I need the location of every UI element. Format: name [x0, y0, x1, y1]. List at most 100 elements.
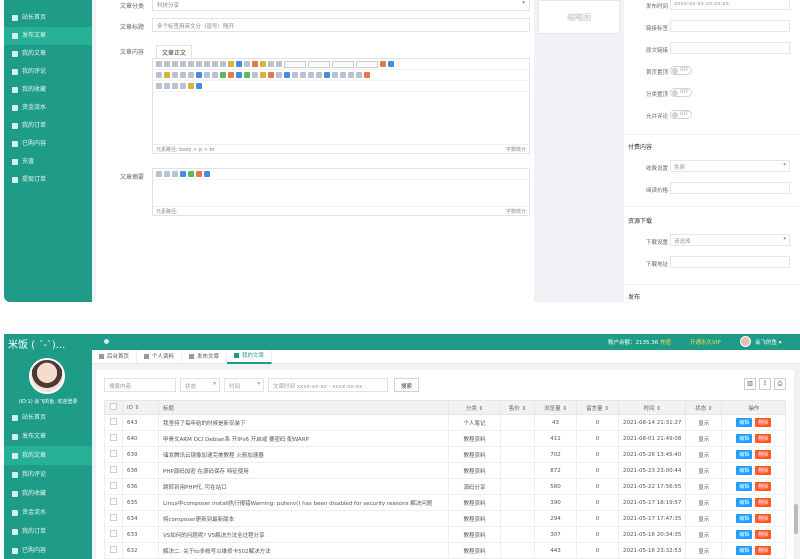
special-char-icon[interactable] [316, 72, 322, 78]
toggle-allow-comment[interactable]: OFF [670, 110, 692, 119]
delete-table-icon[interactable] [364, 72, 370, 78]
vip-link[interactable]: 开通永久VIP [690, 338, 721, 346]
row-checkbox[interactable] [104, 542, 123, 559]
edit-button[interactable]: 编辑 [736, 546, 753, 555]
menu-toggle-icon[interactable] [104, 339, 109, 344]
sidebar-item-home[interactable]: 站长首页 [4, 9, 92, 27]
delete-button[interactable]: 删除 [755, 530, 772, 539]
delete-button[interactable]: 删除 [755, 546, 772, 555]
site-logo[interactable]: 米饭 ( ´-`)... [8, 336, 65, 351]
align-left-icon[interactable] [164, 72, 170, 78]
bold-icon[interactable] [164, 171, 170, 177]
edit-button[interactable]: 编辑 [736, 514, 753, 523]
align-justify-icon[interactable] [188, 72, 194, 78]
anchor-icon[interactable] [212, 72, 218, 78]
redo-icon[interactable] [204, 171, 210, 177]
thumbnail-upload[interactable]: 缩略图 [538, 0, 620, 34]
undo-icon[interactable] [196, 171, 202, 177]
clear-format-icon[interactable] [236, 61, 242, 67]
emoji-icon[interactable] [228, 72, 234, 78]
title-input[interactable]: 多个标签用英文分（逗号）隔开 [152, 18, 530, 32]
word-count-icon[interactable] [188, 83, 194, 89]
sidebar-item-publish[interactable]: 发布文章 [4, 427, 92, 446]
time-select[interactable]: 时间 ▾ [224, 378, 264, 392]
col-time[interactable]: 时间 ⇕ [617, 400, 687, 415]
format-brush-icon[interactable] [228, 61, 234, 67]
sidebar-item-recharge[interactable]: 充值 [4, 153, 92, 171]
line-height-select[interactable] [356, 60, 378, 68]
undo-icon[interactable] [164, 61, 170, 67]
scrollbar[interactable] [794, 504, 798, 534]
map-icon[interactable] [260, 72, 266, 78]
edit-button[interactable]: 编辑 [736, 482, 753, 491]
print-icon[interactable] [156, 83, 162, 89]
table-icon[interactable] [324, 72, 330, 78]
video-icon[interactable] [236, 72, 242, 78]
italic-icon[interactable] [188, 61, 194, 67]
horizontal-rule-icon[interactable] [292, 72, 298, 78]
superscript-icon[interactable] [212, 61, 218, 67]
time-icon[interactable] [308, 72, 314, 78]
row-checkbox[interactable] [104, 494, 123, 511]
col-comments[interactable]: 留言量 ⇕ [576, 400, 619, 415]
search-button[interactable]: 搜索 [394, 378, 420, 392]
row-checkbox[interactable] [104, 510, 123, 527]
content-editor[interactable]: 元素路径: body > p > br 字数统计 [152, 58, 530, 154]
export-icon[interactable]: ⇪ [759, 378, 771, 390]
help-icon[interactable] [388, 61, 394, 67]
delete-button[interactable]: 删除 [755, 418, 772, 427]
edit-button[interactable]: 编辑 [736, 466, 753, 475]
music-icon[interactable] [244, 72, 250, 78]
redo-icon[interactable] [172, 61, 178, 67]
delete-button[interactable]: 删除 [755, 466, 772, 475]
checkbox[interactable] [110, 514, 117, 521]
print-icon[interactable]: ⎙ [774, 378, 786, 390]
row-checkbox[interactable] [104, 430, 123, 447]
bold-icon[interactable] [180, 61, 186, 67]
sidebar-item-publish[interactable]: 发布文章 [4, 27, 92, 45]
merge-cells-icon[interactable] [348, 72, 354, 78]
unordered-list-icon[interactable] [276, 61, 282, 67]
fullscreen-icon[interactable] [380, 61, 386, 67]
insert-row-icon[interactable] [332, 72, 338, 78]
search-input[interactable]: 搜索内容 [104, 378, 176, 392]
tab-publish[interactable]: 发布文章 [182, 349, 228, 364]
col-views[interactable]: 浏览量 ⇕ [534, 400, 577, 415]
checkbox[interactable] [110, 403, 117, 410]
source-input[interactable] [670, 42, 790, 54]
subscript-icon[interactable] [220, 61, 226, 67]
delete-button[interactable]: 删除 [755, 498, 772, 507]
download-select[interactable]: 请选择 ▾ [670, 234, 790, 246]
paragraph-select[interactable] [284, 60, 306, 68]
tag-input[interactable] [670, 20, 790, 32]
charge-select[interactable]: 免费 ▾ [670, 160, 790, 172]
user-menu[interactable]: 会飞的鱼 ▾ [755, 338, 782, 346]
quote-icon[interactable] [244, 61, 250, 67]
delete-button[interactable]: 删除 [755, 514, 772, 523]
status-select[interactable]: 状态 ▾ [180, 378, 220, 392]
italic-icon[interactable] [172, 171, 178, 177]
edit-button[interactable]: 编辑 [736, 530, 753, 539]
font-size-select[interactable] [332, 60, 354, 68]
info-icon[interactable] [196, 83, 202, 89]
tab-article-body[interactable]: 文章正文 [156, 45, 193, 59]
sidebar-item-comments[interactable]: 我的评论 [4, 465, 92, 484]
delete-button[interactable]: 删除 [755, 450, 772, 459]
sidebar-item-funds[interactable]: 资金流水 [4, 503, 92, 522]
edit-button[interactable]: 编辑 [736, 450, 753, 459]
ordered-list-icon[interactable] [268, 61, 274, 67]
avatar[interactable] [740, 336, 751, 347]
checkbox[interactable] [110, 498, 117, 505]
image-icon[interactable] [220, 72, 226, 78]
insert-col-icon[interactable] [340, 72, 346, 78]
checkbox[interactable] [110, 418, 117, 425]
sidebar-item-articles[interactable]: 我的文章 [4, 45, 92, 63]
recharge-link[interactable]: 充值 [660, 340, 671, 346]
source-icon[interactable] [156, 171, 162, 177]
tab-my-articles[interactable]: 我的文章 [227, 349, 273, 364]
draft-icon[interactable] [180, 83, 186, 89]
sidebar-item-purchased[interactable]: 已购内容 [4, 135, 92, 153]
link-icon[interactable] [196, 72, 202, 78]
checkbox[interactable] [110, 466, 117, 473]
sidebar-item-favorites[interactable]: 我的收藏 [4, 81, 92, 99]
